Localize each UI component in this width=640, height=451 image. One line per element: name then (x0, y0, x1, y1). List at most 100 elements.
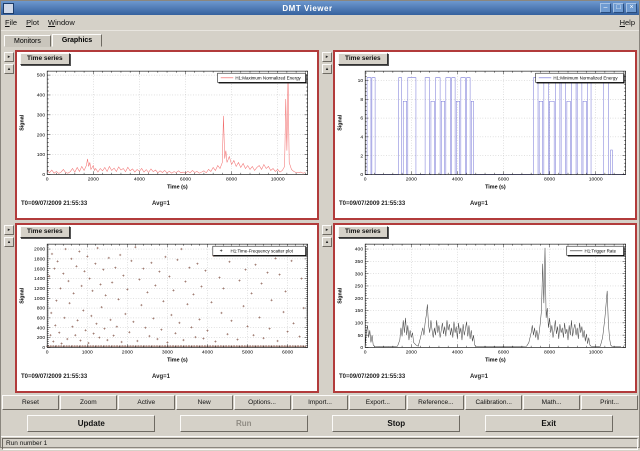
svg-text:4000: 4000 (452, 350, 463, 356)
svg-text:1600: 1600 (34, 266, 45, 272)
svg-text:0: 0 (46, 350, 49, 356)
svg-text:2000: 2000 (88, 177, 99, 183)
svg-text:350: 350 (355, 259, 364, 265)
chart-footer: T0=09/07/2009 21:55:33 Avg=1 (335, 373, 635, 384)
svg-text:+: + (220, 249, 223, 255)
svg-text:0: 0 (364, 177, 367, 183)
chart-trigger-rate[interactable]: 0200040006000800010000050100150200250300… (335, 238, 635, 373)
t0-label: T0=09/07/2009 21:55:33 (21, 201, 87, 207)
svg-text:6: 6 (360, 116, 363, 122)
avg-label: Avg=1 (470, 373, 488, 382)
svg-text:300: 300 (37, 113, 46, 119)
plot-cell-bottom-left: ▸ ▴ Time series 010002000300040005000600… (2, 221, 320, 394)
svg-text:Time (s): Time (s) (167, 358, 188, 364)
svg-text:H1:Minimum Normalized Energy: H1:Minimum Normalized Energy (553, 76, 618, 81)
calibration-button[interactable]: Calibration... (465, 395, 522, 410)
svg-text:6000: 6000 (498, 350, 509, 356)
maximize-icon[interactable]: □ (613, 3, 624, 13)
math-button[interactable]: Math... (523, 395, 580, 410)
svg-text:Signal: Signal (337, 114, 343, 130)
menu-file[interactable]: File (5, 18, 17, 27)
panel-tab-time-series[interactable]: Time series (20, 226, 70, 238)
svg-text:150: 150 (355, 308, 364, 314)
svg-text:0: 0 (364, 350, 367, 356)
new-button[interactable]: New (176, 395, 233, 410)
stop-button[interactable]: Stop (332, 415, 460, 432)
panel-tab-time-series[interactable]: Time series (20, 53, 70, 65)
plot-panel-tf-scatter: Time series 0100020003000400050006000020… (15, 223, 319, 393)
reset-button[interactable]: Reset (2, 395, 59, 410)
svg-text:2: 2 (360, 153, 363, 159)
svg-text:10000: 10000 (589, 177, 603, 183)
active-button[interactable]: Active (118, 395, 175, 410)
svg-text:1400: 1400 (34, 276, 45, 282)
svg-text:0: 0 (42, 345, 45, 351)
update-button[interactable]: Update (27, 415, 155, 432)
tab-monitors[interactable]: Monitors (4, 35, 51, 47)
svg-text:6000: 6000 (498, 177, 509, 183)
app-icon[interactable] (3, 3, 14, 14)
chart-min-normalized-energy[interactable]: 02000400060008000100000246810Time (s)Sig… (335, 65, 635, 200)
panel-tab-time-series[interactable]: Time series (338, 53, 388, 65)
menu-window[interactable]: Window (48, 18, 75, 27)
svg-text:500: 500 (37, 73, 46, 79)
print-button[interactable]: Print... (581, 395, 638, 410)
menu-help[interactable]: Help (620, 18, 635, 27)
tab-graphics[interactable]: Graphics (52, 34, 102, 47)
svg-text:0: 0 (360, 172, 363, 178)
svg-text:2000: 2000 (406, 350, 417, 356)
plot-panel-max-energy: Time series 0200040006000800010000010020… (15, 50, 319, 220)
svg-text:0: 0 (46, 177, 49, 183)
svg-text:Signal: Signal (19, 287, 25, 303)
svg-text:H1:Trigger Rate: H1:Trigger Rate (584, 249, 616, 254)
pane-expand-icon[interactable]: ▸ (322, 52, 332, 62)
svg-text:Time (s): Time (s) (167, 185, 188, 191)
svg-text:300: 300 (355, 271, 364, 277)
titlebar: DMT Viewer – □ × (1, 1, 639, 15)
chart-time-frequency-scatter[interactable]: 0100020003000400050006000020040060080010… (17, 238, 317, 373)
pane-collapse-icon[interactable]: ▴ (4, 237, 14, 247)
pane-controls: ▸ ▴ (321, 223, 333, 393)
pane-collapse-icon[interactable]: ▴ (322, 64, 332, 74)
chart-footer: T0=09/07/2009 21:55:33 Avg=1 (17, 373, 317, 384)
svg-text:6000: 6000 (180, 177, 191, 183)
menu-plot[interactable]: Plot (26, 18, 39, 27)
plot-cell-bottom-right: ▸ ▴ Time series 020004000600080001000005… (320, 221, 638, 394)
reference-button[interactable]: Reference... (407, 395, 464, 410)
pane-expand-icon[interactable]: ▸ (4, 225, 14, 235)
svg-text:1000: 1000 (82, 350, 93, 356)
minimize-icon[interactable]: – (600, 3, 611, 13)
pane-expand-icon[interactable]: ▸ (4, 52, 14, 62)
avg-label: Avg=1 (152, 373, 170, 382)
options-button[interactable]: Options... (234, 395, 291, 410)
pane-collapse-icon[interactable]: ▴ (4, 64, 14, 74)
svg-text:10000: 10000 (589, 350, 603, 356)
pane-controls: ▸ ▴ (3, 50, 15, 220)
window-title: DMT Viewer (17, 4, 598, 13)
pane-collapse-icon[interactable]: ▴ (322, 237, 332, 247)
chart-max-normalized-energy[interactable]: 02000400060008000100000100200300400500Ti… (17, 65, 317, 200)
svg-text:200: 200 (37, 335, 46, 341)
panel-tab-time-series[interactable]: Time series (338, 226, 388, 238)
exit-button[interactable]: Exit (485, 415, 613, 432)
run-button: Run (180, 415, 308, 432)
svg-text:200: 200 (37, 132, 46, 138)
dmt-viewer-window: DMT Viewer – □ × File Plot Window Help M… (0, 0, 640, 448)
export-button[interactable]: Export... (349, 395, 406, 410)
close-icon[interactable]: × (626, 3, 637, 13)
t0-label: T0=09/07/2009 21:55:33 (339, 201, 405, 207)
statusbar: Run number 1 (1, 436, 639, 451)
plot-cell-top-right: ▸ ▴ Time series 020004000600080001000002… (320, 48, 638, 221)
svg-text:4: 4 (360, 135, 363, 141)
svg-text:800: 800 (37, 306, 46, 312)
zoom-button[interactable]: Zoom (60, 395, 117, 410)
svg-text:Time (s): Time (s) (485, 358, 506, 364)
pane-expand-icon[interactable]: ▸ (322, 225, 332, 235)
t0-label: T0=09/07/2009 21:55:33 (339, 374, 405, 380)
svg-text:400: 400 (37, 93, 46, 99)
import-button[interactable]: Import... (292, 395, 349, 410)
pane-controls: ▸ ▴ (3, 223, 15, 393)
svg-text:Time (s): Time (s) (485, 185, 506, 191)
svg-text:100: 100 (355, 321, 364, 327)
svg-text:Signal: Signal (337, 287, 343, 303)
